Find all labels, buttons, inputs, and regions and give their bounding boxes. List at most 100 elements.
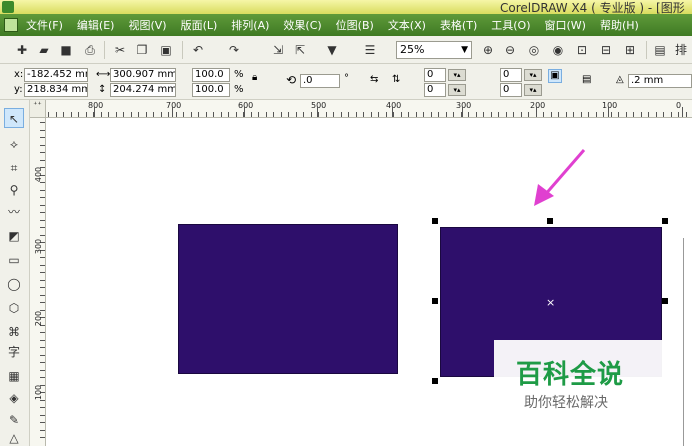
ruler-tick [385, 112, 387, 117]
zoom-out-icon[interactable]: ⊖ [502, 42, 518, 58]
ellipse-tool-icon[interactable]: ◯ [4, 274, 24, 294]
cut-icon[interactable]: ✂ [112, 42, 128, 58]
lock-ratio-icon[interactable]: 🔒︎ [252, 72, 257, 84]
ruler-tick [565, 112, 567, 117]
outline-width-select[interactable]: .2 mm [628, 74, 692, 88]
vertical-ruler[interactable]: 400 300 200 100 [30, 118, 46, 446]
selection-handle-right[interactable] [662, 298, 668, 304]
welcome-screen-icon[interactable]: ☰ [362, 42, 378, 58]
ruler-tick [340, 112, 342, 117]
selection-handle-top[interactable] [547, 218, 553, 224]
ruler-tick [40, 287, 45, 288]
shape-tool-icon[interactable]: ⟡ [4, 134, 24, 154]
ruler-tick [40, 219, 45, 221]
menu-view[interactable]: 视图(V) [128, 17, 166, 33]
crop-tool-icon[interactable]: ⌗ [4, 158, 24, 178]
horizontal-ruler[interactable]: 800 700 600 500 400 300 200 100 0 [30, 100, 692, 118]
menu-file[interactable]: 文件(F) [26, 17, 63, 33]
ruler-tick [685, 112, 687, 117]
rotation-field[interactable]: .0 [300, 74, 340, 88]
ruler-tick [392, 107, 393, 117]
rectangle-shape[interactable] [178, 224, 398, 374]
selection-handle-bottom-left[interactable] [432, 378, 438, 384]
selection-handle-top-left[interactable] [432, 218, 438, 224]
menu-text[interactable]: 文本(X) [388, 17, 426, 33]
eyedropper-tool-icon[interactable]: ✎ [4, 410, 24, 430]
menu-table[interactable]: 表格(T) [440, 17, 477, 33]
corner-radius-field-3[interactable]: 0 [500, 68, 522, 82]
application-launcher-icon[interactable]: ▼ [324, 42, 340, 58]
zoom-selected-icon[interactable]: ◎ [526, 42, 542, 58]
interactive-blend-tool-icon[interactable]: ◈ [4, 388, 24, 408]
ruler-tick [610, 112, 612, 117]
zoom-width-icon[interactable]: ⊟ [598, 42, 614, 58]
ruler-tick [172, 107, 173, 117]
corner-radius-field-4[interactable]: 0 [500, 83, 522, 97]
ruler-tick [40, 189, 45, 191]
width-field[interactable]: 300.907 mm [110, 68, 176, 82]
export-icon[interactable]: ⇱ [292, 42, 308, 58]
text-tool-icon[interactable]: 字 [4, 342, 24, 362]
freehand-tool-icon[interactable]: 〰 [4, 202, 24, 222]
open-icon[interactable]: ▰ [36, 42, 52, 58]
copy-icon[interactable]: ❐ [134, 42, 150, 58]
arrange-icon[interactable]: ▤ [652, 42, 668, 58]
menu-effects[interactable]: 效果(C) [283, 17, 321, 33]
ruler-origin[interactable]: ⁺⁺ [30, 100, 46, 118]
new-icon[interactable]: ✚ [14, 42, 30, 58]
selection-handle-top-right[interactable] [662, 218, 668, 224]
outline-tool-icon[interactable]: △ [4, 428, 24, 448]
zoom-page-icon[interactable]: ⊡ [574, 42, 590, 58]
arrange-label[interactable]: 排 [672, 42, 690, 58]
ruler-tick [663, 112, 664, 117]
width-icon: ⟷ [96, 69, 111, 80]
zoom-all-icon[interactable]: ◉ [550, 42, 566, 58]
ruler-tick [543, 112, 544, 117]
menu-edit[interactable]: 编辑(E) [77, 17, 115, 33]
spin-arrows-icon[interactable]: ▾▴ [524, 69, 542, 81]
menu-layout[interactable]: 版面(L) [181, 17, 218, 33]
undo-icon[interactable]: ↶ [190, 42, 206, 58]
scale-width-field[interactable]: 100.0 [192, 68, 230, 82]
spin-arrows-icon[interactable]: ▾▴ [524, 84, 542, 96]
height-field[interactable]: 204.274 mm [110, 83, 176, 97]
menu-tools[interactable]: 工具(O) [491, 17, 530, 33]
paste-icon[interactable]: ▣ [158, 42, 174, 58]
x-label: x: [14, 69, 24, 80]
spin-arrows-icon[interactable]: ▾▴ [448, 84, 466, 96]
print-icon[interactable]: ⎙ [82, 42, 98, 58]
zoom-level-select[interactable]: 25% ▼ [396, 41, 472, 59]
save-icon[interactable]: ■ [58, 42, 74, 58]
round-corners-lock-icon[interactable]: ▣ [548, 69, 562, 83]
mirror-horizontal-icon[interactable]: ⇆ [370, 74, 378, 86]
y-position-field[interactable]: 218.834 mm [24, 83, 88, 97]
selection-handle-left[interactable] [432, 298, 438, 304]
menu-bitmaps[interactable]: 位图(B) [336, 17, 374, 33]
rectangle-tool-icon[interactable]: ▭ [4, 250, 24, 270]
import-icon[interactable]: ⇲ [270, 42, 286, 58]
corner-radius-field-2[interactable]: 0 [424, 83, 446, 97]
ruler-tick [40, 354, 45, 356]
document-icon[interactable] [4, 18, 18, 32]
wrap-text-icon[interactable]: ▤ [582, 74, 591, 86]
menu-help[interactable]: 帮助(H) [600, 17, 639, 33]
scale-height-field[interactable]: 100.0 [192, 83, 230, 97]
zoom-in-icon[interactable]: ⊕ [480, 42, 496, 58]
pick-tool-icon[interactable]: ↖ [4, 108, 24, 128]
table-tool-icon[interactable]: ▦ [4, 366, 24, 386]
rotation-center-icon[interactable]: × [546, 296, 555, 309]
mirror-vertical-icon[interactable]: ⇅ [392, 74, 400, 86]
redo-icon[interactable]: ↷ [226, 42, 242, 58]
spin-arrows-icon[interactable]: ▾▴ [448, 69, 466, 81]
menu-arrange[interactable]: 排列(A) [231, 17, 269, 33]
menu-window[interactable]: 窗口(W) [545, 17, 586, 33]
title-bar: CorelDRAW X4 ( 专业版 ) - [图形 [0, 0, 692, 15]
polygon-tool-icon[interactable]: ⬡ [4, 298, 24, 318]
x-position-field[interactable]: -182.452 mm [24, 68, 88, 82]
zoom-height-icon[interactable]: ⊞ [622, 42, 638, 58]
ruler-tick [655, 112, 657, 117]
corner-radius-field-1[interactable]: 0 [424, 68, 446, 82]
basic-shapes-tool-icon[interactable]: ⌘ [4, 322, 24, 342]
zoom-tool-icon[interactable]: ⚲ [4, 180, 24, 200]
smart-fill-tool-icon[interactable]: ◩ [4, 226, 24, 246]
